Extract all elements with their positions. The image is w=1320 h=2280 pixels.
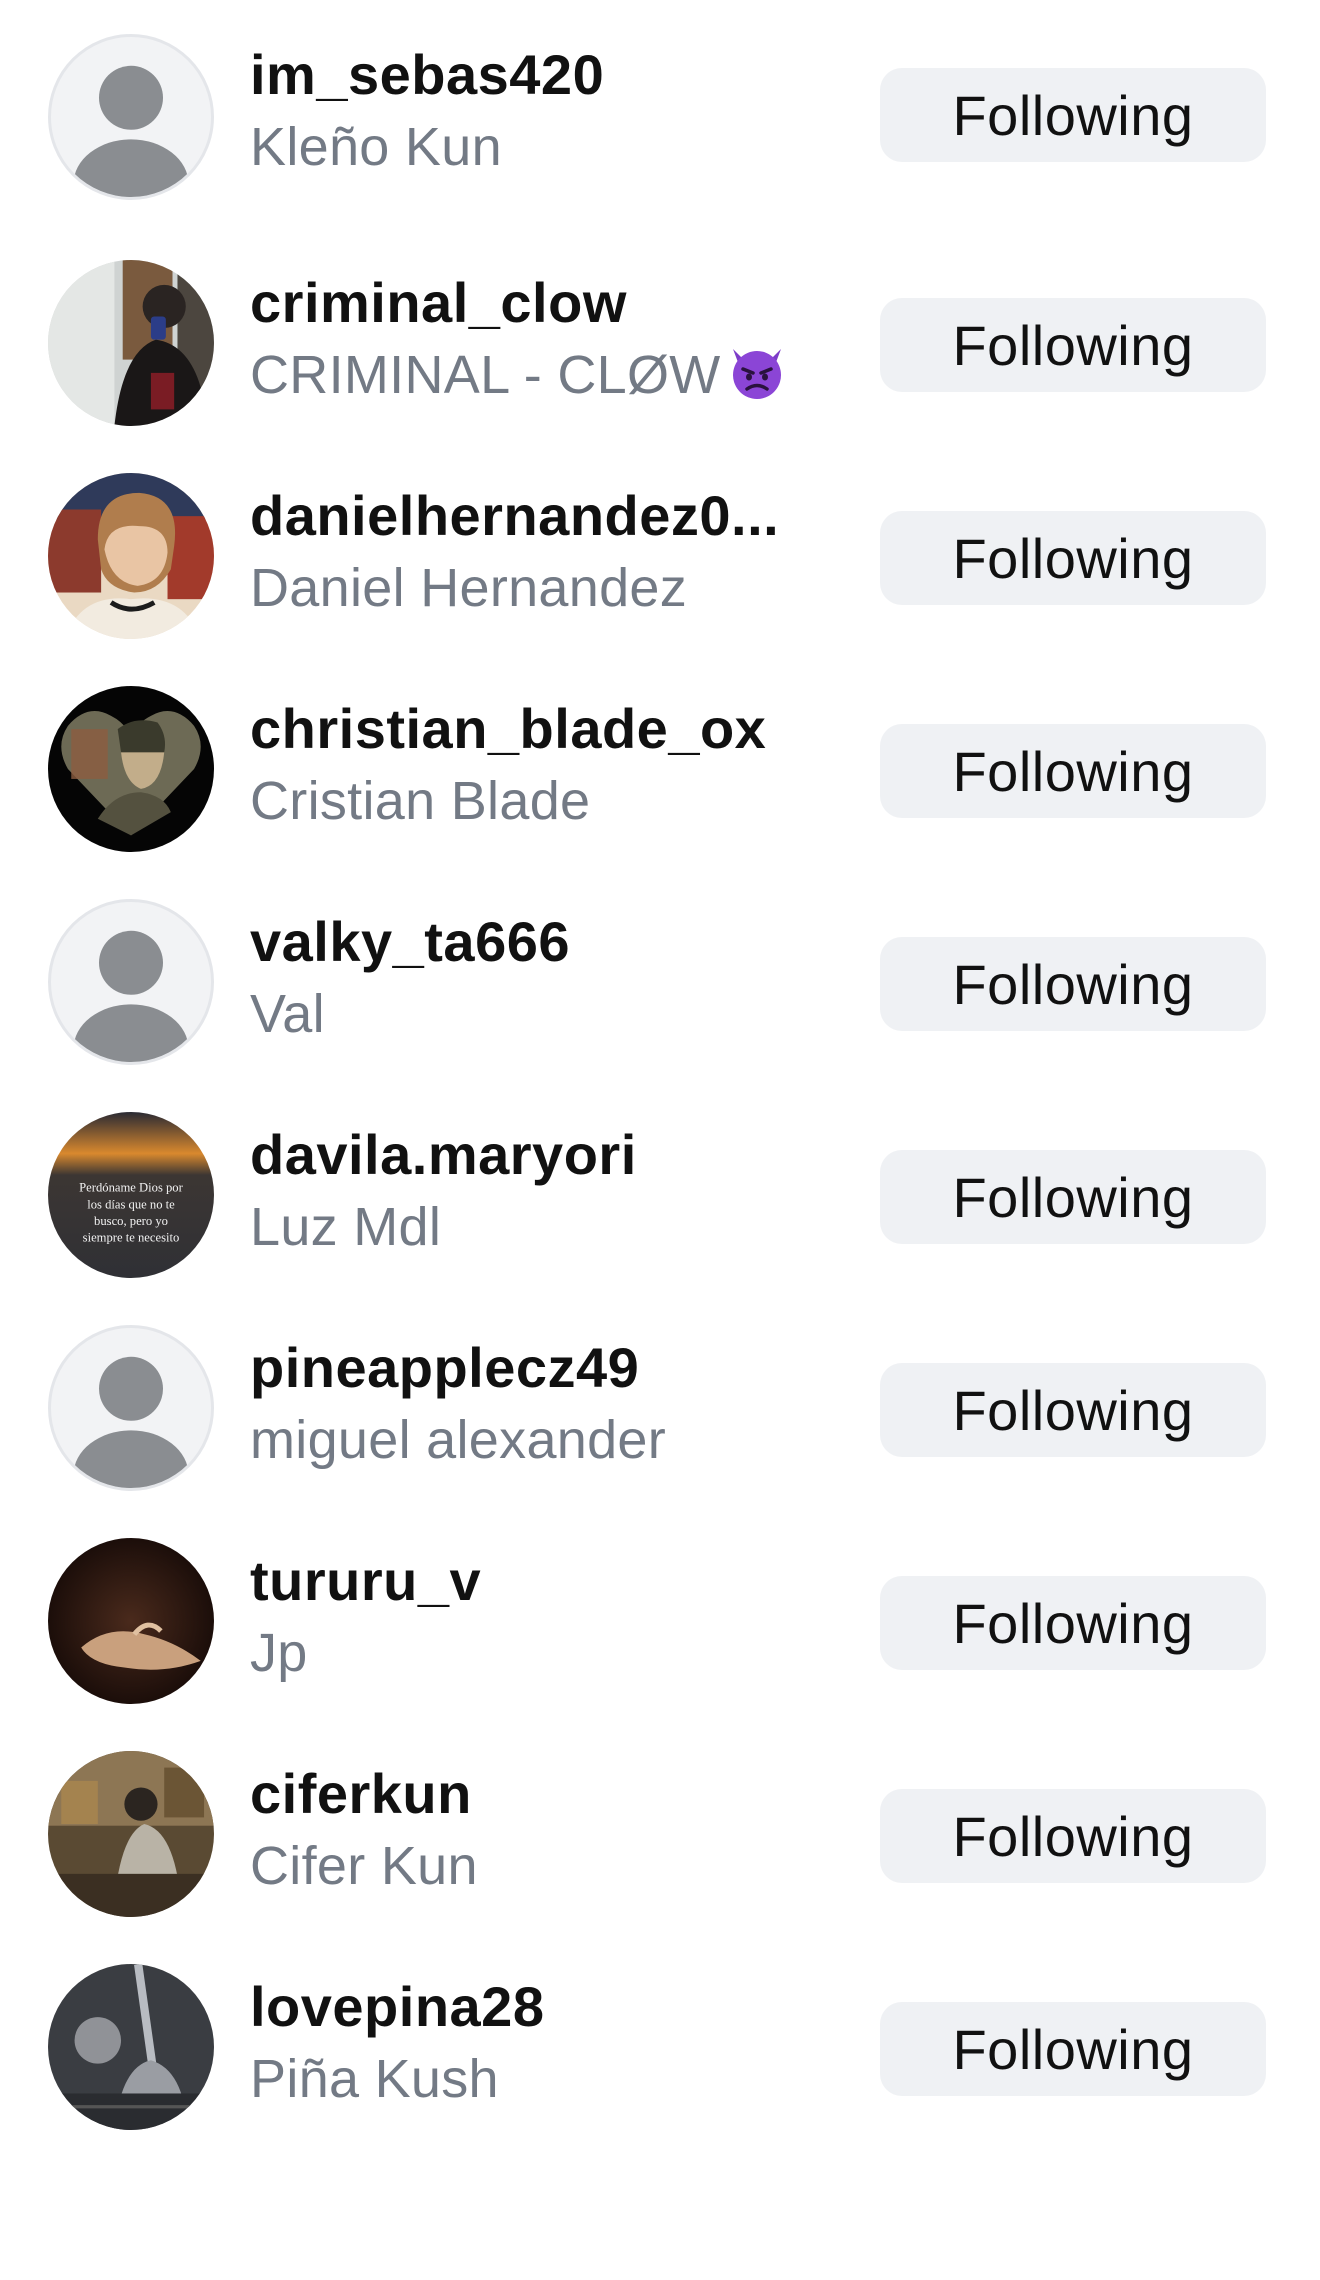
following-button[interactable]: Following — [880, 298, 1266, 392]
following-list: im_sebas420 Kleño Kun Following criminal… — [0, 0, 1320, 2147]
user-info: im_sebas420 Kleño Kun — [250, 40, 840, 184]
full-name: Val — [250, 984, 325, 1044]
list-item[interactable]: danielhernandez0... Daniel Hernandez Fol… — [0, 443, 1320, 656]
full-name: Kleño Kun — [250, 117, 502, 177]
user-info: lovepina28 Piña Kush — [250, 1972, 840, 2116]
full-name: Piña Kush — [250, 2049, 499, 2109]
username[interactable]: criminal_clow — [250, 268, 840, 338]
user-info: christian_blade_ox Cristian Blade — [250, 694, 840, 838]
profile-photo-avatar[interactable] — [48, 260, 214, 426]
following-button[interactable]: Following — [880, 1363, 1266, 1457]
profile-photo-avatar[interactable] — [48, 1751, 214, 1917]
full-name: CRIMINAL - CLØW — [250, 338, 840, 412]
full-name: miguel alexander — [250, 1410, 667, 1470]
list-item[interactable]: im_sebas420 Kleño Kun Following — [0, 0, 1320, 230]
username[interactable]: pineapplecz49 — [250, 1333, 840, 1403]
list-item[interactable]: lovepina28 Piña Kush Following — [0, 1934, 1320, 2147]
profile-photo-avatar[interactable] — [48, 473, 214, 639]
user-info: pineapplecz49 miguel alexander — [250, 1333, 840, 1477]
profile-photo-avatar[interactable] — [48, 686, 214, 852]
profile-photo-avatar[interactable] — [48, 1538, 214, 1704]
avatar-quote-line: Perdóname Dios por — [79, 1181, 183, 1195]
following-button[interactable]: Following — [880, 1576, 1266, 1670]
list-item[interactable]: criminal_clow CRIMINAL - CLØW Following — [0, 230, 1320, 443]
list-item[interactable]: valky_ta666 Val Following — [0, 869, 1320, 1082]
user-info: davila.maryori Luz Mdl — [250, 1120, 840, 1264]
username[interactable]: ciferkun — [250, 1759, 840, 1829]
username[interactable]: tururu_v — [250, 1546, 840, 1616]
angry-devil-emoji-icon — [732, 349, 781, 399]
following-button[interactable]: Following — [880, 2002, 1266, 2096]
username[interactable]: christian_blade_ox — [250, 694, 840, 764]
full-name: Luz Mdl — [250, 1197, 442, 1257]
full-name: Cristian Blade — [250, 771, 591, 831]
username[interactable]: valky_ta666 — [250, 907, 840, 977]
username[interactable]: danielhernandez0... — [250, 481, 840, 551]
default-avatar-icon[interactable] — [48, 899, 214, 1065]
username[interactable]: im_sebas420 — [250, 40, 840, 110]
user-info: valky_ta666 Val — [250, 907, 840, 1051]
following-button[interactable]: Following — [880, 1150, 1266, 1244]
username[interactable]: davila.maryori — [250, 1120, 840, 1190]
following-button[interactable]: Following — [880, 937, 1266, 1031]
default-avatar-icon[interactable] — [48, 1325, 214, 1491]
user-info: criminal_clow CRIMINAL - CLØW — [250, 268, 840, 412]
avatar-quote-line: busco, pero yo — [94, 1214, 168, 1228]
list-item[interactable]: tururu_v Jp Following — [0, 1508, 1320, 1721]
following-button[interactable]: Following — [880, 68, 1266, 162]
user-info: tururu_v Jp — [250, 1546, 840, 1690]
default-avatar-icon[interactable] — [48, 34, 214, 200]
list-item[interactable]: pineapplecz49 miguel alexander Following — [0, 1295, 1320, 1508]
list-item[interactable]: ciferkun Cifer Kun Following — [0, 1721, 1320, 1934]
user-info: ciferkun Cifer Kun — [250, 1759, 840, 1903]
full-name: Cifer Kun — [250, 1836, 478, 1896]
avatar-quote-line: siempre te necesito — [83, 1230, 180, 1244]
username[interactable]: lovepina28 — [250, 1972, 840, 2042]
profile-photo-avatar[interactable]: Perdóname Dios por los días que no te bu… — [48, 1112, 214, 1278]
list-item[interactable]: Perdóname Dios por los días que no te bu… — [0, 1082, 1320, 1295]
following-button[interactable]: Following — [880, 724, 1266, 818]
following-button[interactable]: Following — [880, 1789, 1266, 1883]
full-name: Daniel Hernandez — [250, 558, 688, 618]
user-info: danielhernandez0... Daniel Hernandez — [250, 481, 840, 625]
profile-photo-avatar[interactable] — [48, 1964, 214, 2130]
avatar-quote-line: los días que no te — [87, 1197, 175, 1211]
list-item[interactable]: christian_blade_ox Cristian Blade Follow… — [0, 656, 1320, 869]
following-button[interactable]: Following — [880, 511, 1266, 605]
full-name: Jp — [250, 1623, 308, 1683]
